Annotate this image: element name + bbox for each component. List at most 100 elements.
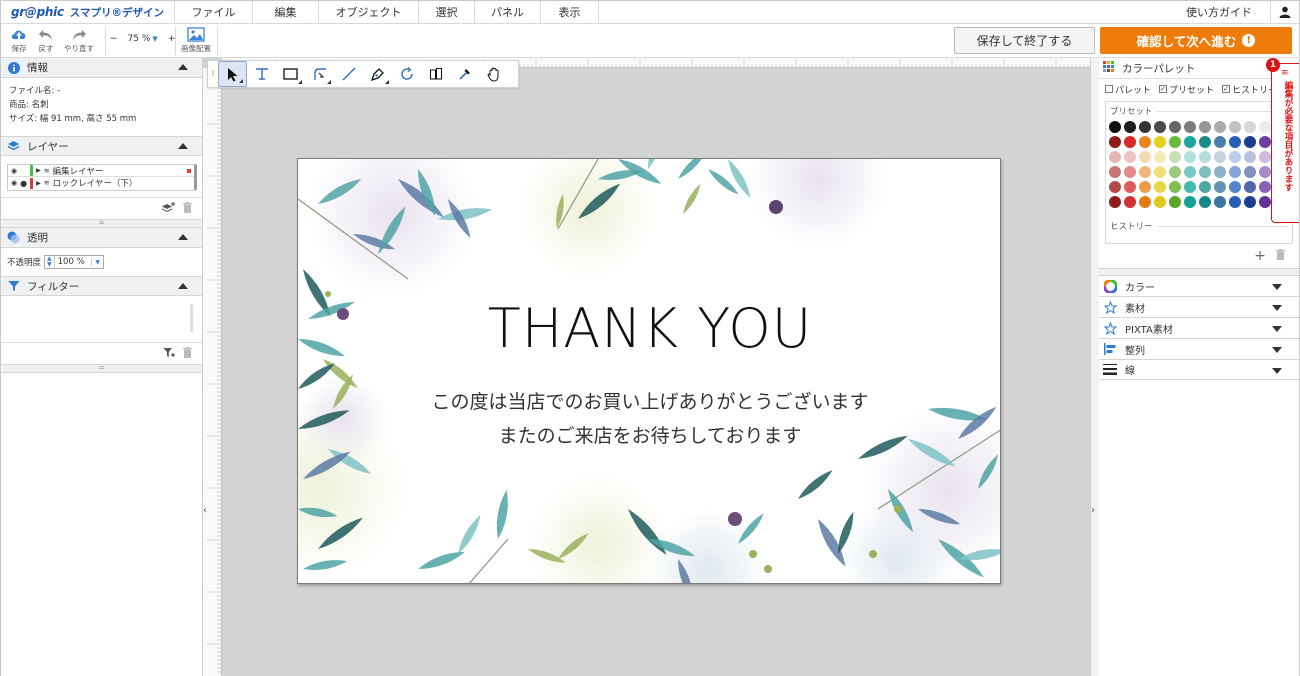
panel-resize-handle[interactable]: = xyxy=(1,219,202,228)
text-tool[interactable] xyxy=(247,61,276,87)
layer-row-lock[interactable]: ◉ ● ▶ ≋ ロックレイヤー（下） xyxy=(8,177,195,189)
stepper-icon[interactable]: ▲ ▼ xyxy=(45,256,55,268)
color-swatch[interactable] xyxy=(1259,166,1271,178)
expand-icon[interactable] xyxy=(1272,347,1282,353)
canvas-area[interactable]: ‹ › ⁞ THANK YOU この度は当店でのお買い上げありがとうございます … xyxy=(203,58,1099,676)
lock-person-icon[interactable]: ● xyxy=(20,179,27,188)
undo-button[interactable]: 戻す xyxy=(38,26,54,54)
color-swatch[interactable] xyxy=(1154,121,1166,133)
color-swatch[interactable] xyxy=(1124,121,1136,133)
color-swatch[interactable] xyxy=(1184,121,1196,133)
collapse-icon[interactable] xyxy=(178,64,188,70)
color-swatch[interactable] xyxy=(1154,166,1166,178)
color-swatch[interactable] xyxy=(1244,166,1256,178)
color-swatch[interactable] xyxy=(1124,136,1136,148)
save-exit-button[interactable]: 保存して終了する xyxy=(954,27,1095,54)
color-swatch[interactable] xyxy=(1214,181,1226,193)
drag-grip-icon[interactable]: ⁞ xyxy=(208,69,218,79)
image-place-button[interactable]: 画像配置 xyxy=(181,26,211,54)
color-swatch[interactable] xyxy=(1169,151,1181,163)
color-swatch[interactable] xyxy=(1199,151,1211,163)
color-swatch[interactable] xyxy=(1124,181,1136,193)
color-swatch[interactable] xyxy=(1184,166,1196,178)
color-swatch[interactable] xyxy=(1109,136,1121,148)
lasso-tool[interactable] xyxy=(392,61,421,87)
collapse-icon[interactable] xyxy=(178,234,188,240)
layer-scrollbar[interactable] xyxy=(194,164,197,190)
trash-icon[interactable] xyxy=(183,201,192,216)
expand-icon[interactable] xyxy=(1272,326,1282,332)
trash-icon[interactable] xyxy=(1276,248,1285,264)
color-swatch[interactable] xyxy=(1184,181,1196,193)
color-swatch[interactable] xyxy=(1154,136,1166,148)
layer-row-edit[interactable]: ◉ ▶ ≋ 編集レイヤー xyxy=(8,165,195,177)
chevron-down-icon[interactable]: ▼ xyxy=(91,258,103,266)
eye-icon[interactable]: ◉ xyxy=(11,179,17,187)
color-swatch[interactable] xyxy=(1199,121,1211,133)
redo-button[interactable]: やり直す xyxy=(64,26,94,54)
menu-edit[interactable]: 編集 xyxy=(253,1,319,23)
accordion-color[interactable]: カラー xyxy=(1099,275,1299,296)
guide-link[interactable]: 使い方ガイド xyxy=(1168,1,1271,23)
pen-tool[interactable] xyxy=(363,61,392,87)
color-swatch[interactable] xyxy=(1229,166,1241,178)
card-title[interactable]: THANK YOU xyxy=(298,297,1000,360)
menu-select[interactable]: 選択 xyxy=(419,1,475,23)
menu-panel[interactable]: パネル xyxy=(475,1,541,23)
transparency-panel-header[interactable]: 透明 xyxy=(1,228,202,248)
color-swatch[interactable] xyxy=(1214,166,1226,178)
right-panel-toggle-icon[interactable]: › xyxy=(1091,505,1099,519)
color-swatch[interactable] xyxy=(1259,151,1271,163)
color-swatch[interactable] xyxy=(1124,196,1136,208)
color-swatch[interactable] xyxy=(1184,151,1196,163)
color-swatch[interactable] xyxy=(1139,121,1151,133)
color-swatch[interactable] xyxy=(1229,136,1241,148)
color-swatch[interactable] xyxy=(1139,196,1151,208)
color-swatch[interactable] xyxy=(1214,196,1226,208)
color-swatch[interactable] xyxy=(1169,136,1181,148)
color-swatch[interactable] xyxy=(1229,121,1241,133)
layer-panel-header[interactable]: レイヤー xyxy=(1,136,202,156)
hand-tool[interactable] xyxy=(479,61,508,87)
color-swatch[interactable] xyxy=(1139,181,1151,193)
color-swatch[interactable] xyxy=(1229,151,1241,163)
zoom-select[interactable]: 75 % ▼ xyxy=(128,34,158,44)
color-swatch[interactable] xyxy=(1139,151,1151,163)
color-swatch[interactable] xyxy=(1169,181,1181,193)
filter-scrollbar[interactable] xyxy=(190,304,193,332)
color-swatch[interactable] xyxy=(1199,196,1211,208)
color-swatch[interactable] xyxy=(1109,166,1121,178)
brand-logo[interactable]: gr@phic スマプリ®デザイン xyxy=(1,1,175,23)
line-tool[interactable] xyxy=(334,61,363,87)
color-swatch[interactable] xyxy=(1244,121,1256,133)
history-checkbox[interactable]: ✓ ヒストリー xyxy=(1222,83,1277,96)
color-swatch[interactable] xyxy=(1244,196,1256,208)
eyedropper-tool[interactable] xyxy=(450,61,479,87)
add-layer-icon[interactable] xyxy=(161,201,175,216)
color-swatch[interactable] xyxy=(1169,196,1181,208)
corner-tool[interactable] xyxy=(305,61,334,87)
color-swatch[interactable] xyxy=(1259,136,1271,148)
color-swatch[interactable] xyxy=(1109,196,1121,208)
expand-icon[interactable] xyxy=(1272,284,1282,290)
accordion-pixta[interactable]: PIXTA素材 xyxy=(1099,317,1299,338)
color-swatch[interactable] xyxy=(1244,136,1256,148)
color-swatch[interactable] xyxy=(1169,166,1181,178)
color-swatch[interactable] xyxy=(1139,136,1151,148)
accordion-material[interactable]: 素材 xyxy=(1099,296,1299,317)
save-button[interactable]: 保存 xyxy=(10,26,28,54)
filter-panel-header[interactable]: フィルター xyxy=(1,276,202,296)
color-swatch[interactable] xyxy=(1259,121,1271,133)
color-swatch[interactable] xyxy=(1124,151,1136,163)
zoom-out-button[interactable]: − xyxy=(110,34,118,44)
panel-resize-handle[interactable]: = xyxy=(1,364,202,373)
preset-checkbox[interactable]: ✓ プリセット xyxy=(1159,83,1214,96)
left-panel-toggle-icon[interactable]: ‹ xyxy=(203,505,211,516)
mirror-tool[interactable] xyxy=(421,61,450,87)
add-swatch-icon[interactable]: + xyxy=(1254,248,1266,264)
color-swatch[interactable] xyxy=(1244,151,1256,163)
expand-icon[interactable]: ▶ xyxy=(36,180,41,187)
trash-icon[interactable] xyxy=(183,346,192,361)
color-swatch[interactable] xyxy=(1229,181,1241,193)
eye-icon[interactable]: ◉ xyxy=(11,167,17,175)
